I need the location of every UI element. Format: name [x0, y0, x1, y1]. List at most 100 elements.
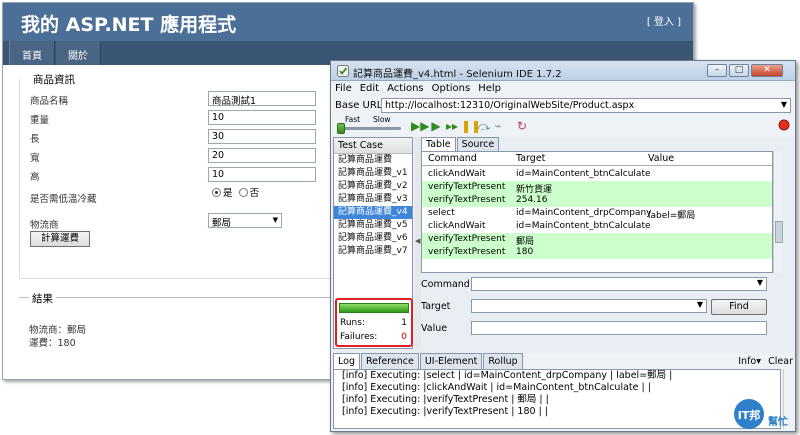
- coolant-label: 是否需低溫冷藏: [30, 194, 97, 205]
- chevron-down-icon: ▼: [780, 100, 787, 109]
- result-fee-text: 運費：180: [29, 338, 76, 349]
- carrier-select[interactable]: 郵局 ▼: [208, 213, 282, 229]
- runs-label: Runs:: [340, 318, 365, 328]
- command-table-header: Command Target Value: [422, 152, 772, 166]
- log-line: [info] Executing: |verifyTextPresent | 郵…: [342, 394, 549, 405]
- site-header: 我的 ASP.NET 應用程式 [ 登入 ]: [3, 3, 693, 41]
- speed-slider-track[interactable]: [339, 127, 401, 130]
- maximize-icon: □: [734, 65, 744, 75]
- base-url-row: Base URL http://localhost:12310/Original…: [331, 97, 795, 115]
- run-progress-bar: [339, 303, 409, 313]
- login-link[interactable]: [ 登入 ]: [647, 13, 681, 28]
- selenium-titlebar[interactable]: 記算商品運費_v4.html - Selenium IDE 1.7.2 – □ …: [331, 61, 795, 81]
- chevron-down-icon: ▼: [272, 216, 278, 224]
- speed-slider-handle[interactable]: [337, 123, 345, 134]
- step-over-icon[interactable]: ⤼: [477, 119, 491, 133]
- command-cell-command: verifyTextPresent: [428, 195, 506, 205]
- command-row[interactable]: verifyTextPresent 新竹貨運: [422, 181, 772, 195]
- menu-edit[interactable]: Edit: [360, 81, 384, 97]
- play-test-icon[interactable]: ▶: [429, 119, 443, 133]
- test-case-item[interactable]: 記算商品運費_v7: [334, 245, 412, 258]
- product-name-input[interactable]: 商品測試1: [208, 91, 316, 107]
- log-clear-button[interactable]: Clear: [768, 356, 793, 367]
- tab-rollup[interactable]: Rollup: [483, 353, 523, 369]
- command-cell-target: id=MainContent_drpCompany: [516, 208, 652, 218]
- apply-rollup-icon[interactable]: ⌁: [491, 119, 505, 133]
- play-suite-icon[interactable]: ▶▶: [411, 119, 429, 133]
- column-header-command: Command: [428, 153, 477, 164]
- failures-label: Failures:: [340, 332, 378, 342]
- minimize-icon: –: [714, 65, 720, 75]
- length-input[interactable]: 30: [208, 129, 316, 144]
- selenium-toolbar: Fast Slow ▶▶ ▶ ▸▸ ❚❚ ⤼ ⌁ ↻: [331, 115, 795, 137]
- test-case-item[interactable]: 記算商品運費_v6: [334, 232, 412, 245]
- coolant-no-radio[interactable]: [238, 188, 248, 197]
- menu-options[interactable]: Options: [432, 81, 476, 97]
- collapse-left-icon: ◀: [415, 237, 421, 245]
- log-output: [info] Executing: |select | id=MainConte…: [333, 369, 781, 429]
- log-line: [info] Executing: |clickAndWait | id=Mai…: [342, 382, 651, 393]
- command-table-scrollbar[interactable]: [773, 151, 783, 273]
- tab-ui-element[interactable]: UI-Element: [419, 353, 483, 369]
- menu-actions[interactable]: Actions: [387, 81, 429, 97]
- menu-help[interactable]: Help: [478, 81, 506, 97]
- tab-source[interactable]: Source: [456, 137, 500, 151]
- weight-label: 重量: [30, 115, 50, 126]
- target-field-label: Target: [421, 301, 451, 312]
- value-field[interactable]: [471, 321, 767, 335]
- command-row[interactable]: clickAndWait id=MainContent_btnCalculate: [422, 220, 772, 233]
- menu-file[interactable]: File: [335, 81, 357, 97]
- test-case-item[interactable]: 記算商品運費_v2: [334, 180, 412, 193]
- calculate-fee-button[interactable]: 計算運費: [30, 231, 90, 247]
- log-tabs: Log Reference UI-Element Rollup Info▾ Cl…: [333, 353, 795, 369]
- command-field-label: Command: [421, 279, 470, 290]
- base-url-value: http://localhost:12310/OriginalWebSite/P…: [385, 100, 635, 111]
- command-cell-command: verifyTextPresent: [428, 182, 506, 192]
- selenium-main-area: Test Case 記算商品運費 記算商品運費_v1 記算商品運費_v2 記算商…: [333, 137, 795, 349]
- record-icon[interactable]: [777, 119, 791, 133]
- test-case-item[interactable]: 記算商品運費: [334, 154, 412, 167]
- column-header-target: Target: [516, 153, 546, 164]
- tab-table[interactable]: Table: [421, 137, 456, 151]
- command-field[interactable]: ▼: [471, 277, 767, 291]
- test-case-item[interactable]: 記算商品運費_v3: [334, 193, 412, 206]
- maximize-button[interactable]: □: [729, 64, 749, 77]
- coolant-yes-radio[interactable]: [212, 188, 221, 197]
- command-row[interactable]: select id=MainContent_drpCompany label=郵局: [422, 207, 772, 221]
- height-input[interactable]: 10: [208, 167, 316, 182]
- coolant-yes-label: 是: [223, 188, 233, 199]
- pause-icon[interactable]: ❚❚: [461, 119, 481, 133]
- base-url-input[interactable]: http://localhost:12310/OriginalWebSite/P…: [381, 98, 791, 113]
- step-icon[interactable]: ▸▸: [445, 119, 459, 133]
- coolant-radio-group: 是 否: [212, 185, 259, 199]
- command-row[interactable]: verifyTextPresent 180: [422, 246, 772, 259]
- test-case-item[interactable]: 記算商品運費_v5: [334, 219, 412, 232]
- ithome-watermark-logo: IT邦 幫忙: [734, 399, 788, 429]
- watermark-text-main: IT邦: [738, 408, 761, 422]
- chevron-down-icon: ▼: [756, 278, 763, 287]
- test-case-item[interactable]: 記算商品運費_v1: [334, 167, 412, 180]
- width-input[interactable]: 20: [208, 148, 316, 163]
- runs-value: 1: [401, 318, 407, 328]
- command-cell-command: select: [428, 208, 455, 218]
- tab-reference[interactable]: Reference: [360, 353, 419, 369]
- target-field[interactable]: ▼: [471, 299, 707, 313]
- menu-item-home[interactable]: 首頁: [9, 41, 55, 65]
- log-level-dropdown[interactable]: Info▾: [738, 356, 761, 367]
- command-row[interactable]: verifyTextPresent 郵局: [422, 233, 772, 247]
- product-section-title: 商品資訊: [30, 72, 78, 87]
- find-button[interactable]: Find: [711, 299, 767, 315]
- product-fieldset: 商品資訊 商品名稱 商品測試1 重量 10 長 30 寬 20 高 10 是否需…: [19, 72, 339, 279]
- command-row[interactable]: clickAndWait id=MainContent_btnCalculate: [422, 168, 772, 181]
- menu-item-about[interactable]: 關於: [56, 41, 101, 65]
- test-case-item-selected[interactable]: 記算商品運費_v4: [334, 206, 412, 219]
- command-cell-target: 180: [516, 247, 534, 257]
- close-button[interactable]: ✕: [751, 64, 783, 77]
- tab-log[interactable]: Log: [333, 353, 360, 369]
- command-row[interactable]: verifyTextPresent 254.16: [422, 194, 772, 207]
- minimize-button[interactable]: –: [707, 64, 727, 77]
- record-option-icon[interactable]: ↻: [515, 119, 529, 133]
- scrollbar-thumb[interactable]: [775, 221, 783, 243]
- weight-input[interactable]: 10: [208, 110, 316, 125]
- result-section: 結果 物流商：郵局 運費：180: [19, 291, 349, 367]
